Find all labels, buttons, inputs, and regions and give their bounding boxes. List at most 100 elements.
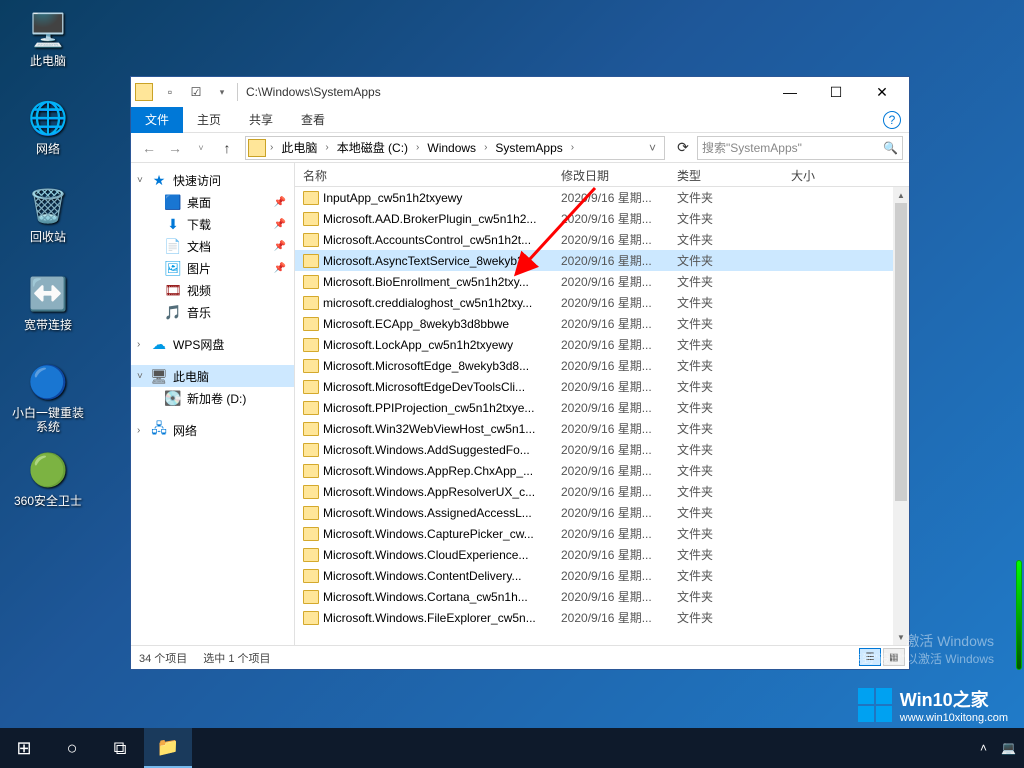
file-date: 2020/9/16 星期...: [553, 357, 669, 374]
table-row[interactable]: Microsoft.Windows.CapturePicker_cw...202…: [295, 523, 909, 544]
start-button[interactable]: ⊞: [0, 728, 48, 768]
breadcrumb-segment[interactable]: SystemApps: [489, 141, 568, 155]
table-row[interactable]: Microsoft.Windows.Cortana_cw5n1h...2020/…: [295, 586, 909, 607]
table-row[interactable]: Microsoft.Win32WebViewHost_cw5n1...2020/…: [295, 418, 909, 439]
table-row[interactable]: Microsoft.AsyncTextService_8wekyb3...202…: [295, 250, 909, 271]
address-dropdown-icon[interactable]: ˅: [643, 141, 662, 155]
file-date: 2020/9/16 星期...: [553, 252, 669, 269]
breadcrumb-segment[interactable]: 本地磁盘 (C:): [331, 139, 414, 156]
breadcrumb-segment[interactable]: Windows: [421, 141, 482, 155]
tab-home[interactable]: 主页: [183, 107, 235, 133]
desktop-icon-this-pc[interactable]: 🖥️此电脑: [10, 10, 86, 80]
address-bar[interactable]: › 此电脑 › 本地磁盘 (C:) › Windows › SystemApps…: [245, 136, 665, 160]
video-icon: 🎞: [165, 282, 181, 298]
refresh-icon[interactable]: ⟳: [671, 136, 695, 160]
table-row[interactable]: Microsoft.ECApp_8wekyb3d8bbwe2020/9/16 星…: [295, 313, 909, 334]
sidebar-item-videos[interactable]: 🎞视频: [131, 279, 294, 301]
pc-icon: 🖥: [151, 368, 167, 384]
column-size[interactable]: 大小: [783, 163, 883, 186]
system-tray: ˄ 💻: [980, 741, 1024, 755]
table-row[interactable]: Microsoft.Windows.FileExplorer_cw5n...20…: [295, 607, 909, 628]
tab-share[interactable]: 共享: [235, 107, 287, 133]
chevron-right-icon[interactable]: ›: [569, 142, 576, 153]
download-icon: ⬇: [165, 216, 181, 232]
sidebar-item-music[interactable]: 🎵音乐: [131, 301, 294, 323]
help-icon[interactable]: ?: [883, 111, 901, 129]
table-row[interactable]: Microsoft.BioEnrollment_cw5n1h2txy...202…: [295, 271, 909, 292]
file-name: Microsoft.Windows.AppResolverUX_c...: [323, 485, 535, 499]
table-row[interactable]: Microsoft.Windows.AppRep.ChxApp_...2020/…: [295, 460, 909, 481]
table-row[interactable]: Microsoft.AccountsControl_cw5n1h2t...202…: [295, 229, 909, 250]
table-row[interactable]: Microsoft.PPIProjection_cw5n1h2txye...20…: [295, 397, 909, 418]
file-type: 文件夹: [669, 441, 783, 458]
sidebar-item-downloads[interactable]: ⬇下载📌: [131, 213, 294, 235]
table-row[interactable]: Microsoft.AAD.BrokerPlugin_cw5n1h2...202…: [295, 208, 909, 229]
file-type: 文件夹: [669, 609, 783, 626]
sidebar-item-documents[interactable]: 📄文档📌: [131, 235, 294, 257]
column-type[interactable]: 类型: [669, 163, 783, 186]
tab-file[interactable]: 文件: [131, 107, 183, 133]
search-input[interactable]: 搜索"SystemApps" 🔍: [697, 136, 903, 160]
scrollbar[interactable]: ▲ ▼: [893, 187, 909, 645]
pin-icon: 📌: [274, 219, 286, 230]
file-list: 名称 修改日期 类型 大小 InputApp_cw5n1h2txyewy2020…: [295, 163, 909, 645]
file-date: 2020/9/16 星期...: [553, 399, 669, 416]
column-date[interactable]: 修改日期: [553, 163, 669, 186]
close-button[interactable]: ✕: [859, 78, 905, 106]
file-name: Microsoft.Windows.AssignedAccessL...: [323, 506, 532, 520]
chevron-right-icon[interactable]: ›: [323, 142, 330, 153]
sidebar-item-pictures[interactable]: 🖼图片📌: [131, 257, 294, 279]
tab-view[interactable]: 查看: [287, 107, 339, 133]
search-button[interactable]: ○: [48, 728, 96, 768]
sidebar-item-this-pc[interactable]: ˅🖥此电脑: [131, 365, 294, 387]
qat-properties-icon[interactable]: ▫: [159, 81, 181, 103]
sidebar-item-volume-d[interactable]: 💽新加卷 (D:): [131, 387, 294, 409]
nav-up-icon[interactable]: ↑: [215, 136, 239, 160]
column-name[interactable]: 名称: [295, 163, 553, 186]
table-row[interactable]: Microsoft.MicrosoftEdgeDevToolsCli...202…: [295, 376, 909, 397]
nav-recent-dropdown-icon[interactable]: ˅: [189, 136, 213, 160]
file-type: 文件夹: [669, 399, 783, 416]
pin-icon: 📌: [274, 263, 286, 274]
table-row[interactable]: Microsoft.LockApp_cw5n1h2txyewy2020/9/16…: [295, 334, 909, 355]
chevron-right-icon[interactable]: ›: [414, 142, 421, 153]
sidebar-item-quick-access[interactable]: ˅★快速访问: [131, 169, 294, 191]
sidebar-item-wps[interactable]: ›☁WPS网盘: [131, 333, 294, 355]
table-row[interactable]: Microsoft.Windows.AppResolverUX_c...2020…: [295, 481, 909, 502]
qat-dropdown-icon[interactable]: ▾: [211, 81, 233, 103]
nav-back-icon[interactable]: ←: [137, 136, 161, 160]
qat-checkbox-icon[interactable]: ☑: [185, 81, 207, 103]
folder-icon: [303, 590, 319, 604]
desktop-icon-reinstall[interactable]: 🔵小白一键重装 系统: [10, 362, 86, 432]
sidebar-item-desktop[interactable]: 🟦桌面📌: [131, 191, 294, 213]
desktop-icon-360[interactable]: 🟢360安全卫士: [10, 450, 86, 520]
table-row[interactable]: Microsoft.MicrosoftEdge_8wekyb3d8...2020…: [295, 355, 909, 376]
music-icon: 🎵: [165, 304, 181, 320]
table-row[interactable]: Microsoft.Windows.CloudExperience...2020…: [295, 544, 909, 565]
folder-icon: [303, 506, 319, 520]
minimize-button[interactable]: —: [767, 78, 813, 106]
chevron-right-icon[interactable]: ›: [482, 142, 489, 153]
scroll-up-icon[interactable]: ▲: [893, 187, 909, 203]
table-row[interactable]: InputApp_cw5n1h2txyewy2020/9/16 星期...文件夹: [295, 187, 909, 208]
maximize-button[interactable]: ☐: [813, 78, 859, 106]
tray-overflow-icon[interactable]: ˄: [980, 741, 987, 755]
table-row[interactable]: microsoft.creddialoghost_cw5n1h2txy...20…: [295, 292, 909, 313]
chevron-right-icon[interactable]: ›: [268, 142, 275, 153]
scrollbar-thumb[interactable]: [895, 203, 907, 501]
table-row[interactable]: Microsoft.Windows.AddSuggestedFo...2020/…: [295, 439, 909, 460]
folder-icon: [248, 139, 266, 157]
desktop-icon-network[interactable]: 🌐网络: [10, 98, 86, 168]
desktop-icon-broadband[interactable]: ↔️宽带连接: [10, 274, 86, 344]
taskbar-explorer-icon[interactable]: 📁: [144, 728, 192, 768]
folder-icon: [303, 233, 319, 247]
desktop-icon-recycle-bin[interactable]: 🗑️回收站: [10, 186, 86, 256]
sidebar-item-network[interactable]: ›🖧网络: [131, 419, 294, 441]
nav-forward-icon[interactable]: →: [163, 136, 187, 160]
folder-icon: [303, 422, 319, 436]
breadcrumb-segment[interactable]: 此电脑: [275, 139, 323, 156]
table-row[interactable]: Microsoft.Windows.AssignedAccessL...2020…: [295, 502, 909, 523]
task-view-button[interactable]: ⧉: [96, 728, 144, 768]
table-row[interactable]: Microsoft.Windows.ContentDelivery...2020…: [295, 565, 909, 586]
tray-network-icon[interactable]: 💻: [1001, 741, 1016, 755]
